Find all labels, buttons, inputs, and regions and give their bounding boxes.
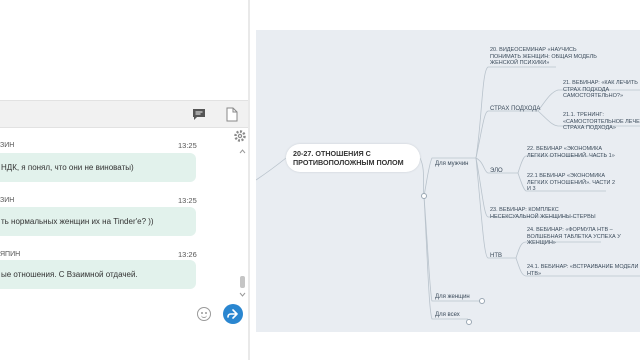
message-time: 13:25 — [178, 196, 197, 205]
node-ntv[interactable]: НТВ — [490, 253, 502, 260]
node-elo[interactable]: ЭЛО — [490, 168, 503, 175]
message-text: ые отношения. С Взаимной отдачей. — [1, 270, 138, 279]
gear-icon[interactable] — [233, 129, 247, 143]
scroll-up-icon[interactable] — [239, 148, 246, 154]
node-24[interactable]: 24. ВЕБИНАР: «ФОРМУЛА НТВ – ВОЛШЕБНАЯ ТА… — [527, 227, 621, 247]
message-text: ть нормальных женщин их на Tinder'е? )) — [1, 217, 154, 226]
chat-pane: ЗИН 13:25 НДК, я понял, что они не винов… — [0, 0, 248, 360]
message-bubble: НДК, я понял, что они не виноваты) — [0, 153, 196, 182]
chat-toolbar — [0, 100, 248, 128]
message-text: НДК, я понял, что они не виноваты) — [1, 163, 134, 172]
node-20[interactable]: 20. ВИДЕОСЕМИНАР «НАУЧИСЬ ПОНИМАТЬ ЖЕНЩИ… — [490, 47, 597, 67]
message-sender: ЗИН — [0, 197, 15, 204]
node-22[interactable]: 22. ВЕБИНАР «ЭКОНОМИКА ЛЕГКИХ ОТНОШЕНИЙ.… — [527, 146, 615, 159]
branch-men[interactable]: Для мужчин — [435, 161, 468, 168]
node-fear-of-approach[interactable]: СТРАХ ПОДХОДА — [490, 106, 540, 113]
mindmap-canvas[interactable]: 20-27. ОТНОШЕНИЯ С ПРОТИВОПОЛОЖНЫМ ПОЛОМ… — [256, 30, 640, 332]
message-sender: ЗИН — [0, 142, 15, 149]
chat-scrollbar[interactable] — [239, 148, 246, 298]
message-time: 13:25 — [178, 141, 197, 150]
pane-divider[interactable] — [248, 0, 250, 360]
node-21-1[interactable]: 21.1. ТРЕНИНГ: «САМОСТОЯТЕЛЬНОЕ ЛЕЧЕ СТР… — [563, 112, 640, 132]
message-time: 13:26 — [178, 250, 197, 259]
send-icon — [227, 309, 238, 319]
document-icon[interactable] — [223, 105, 241, 123]
message-bubble: ые отношения. С Взаимной отдачей. — [0, 260, 196, 289]
expand-toggle-icon[interactable] — [479, 298, 485, 304]
send-button[interactable] — [223, 304, 243, 324]
bottom-strip — [256, 332, 640, 360]
message-sender: ЯПИН — [0, 251, 21, 258]
branch-women[interactable]: Для женщин — [435, 294, 470, 301]
message-bubble: ть нормальных женщин их на Tinder'е? )) — [0, 207, 196, 236]
node-23[interactable]: 23. ВЕБИНАР: КОМПЛЕКС НЕСЕКСУАЛЬНОЙ ЖЕНЩ… — [490, 207, 596, 220]
scroll-down-icon[interactable] — [239, 292, 246, 298]
node-22-1[interactable]: 22.1 ВЕБИНАР «ЭКОНОМИКА ЛЕГКИХ ОТНОШЕНИЙ… — [527, 173, 615, 193]
branch-all[interactable]: Для всех — [435, 312, 460, 319]
scroll-thumb[interactable] — [240, 276, 245, 288]
node-24-1[interactable]: 24.1. ВЕБИНАР: «ВСТРАИВАНИЕ МОДЕЛИ НТВ» — [527, 264, 639, 277]
collapse-toggle-icon[interactable] — [421, 193, 427, 199]
central-topic[interactable]: 20-27. ОТНОШЕНИЯ С ПРОТИВОПОЛОЖНЫМ ПОЛОМ — [286, 144, 420, 172]
emoji-icon[interactable] — [197, 307, 211, 321]
chat-bubble-icon[interactable] — [190, 105, 208, 123]
node-21[interactable]: 21. ВЕБИНАР: «КАК ЛЕЧИТЬ СТРАХ ПОДХОДА С… — [563, 80, 638, 100]
expand-toggle-icon[interactable] — [466, 319, 472, 325]
